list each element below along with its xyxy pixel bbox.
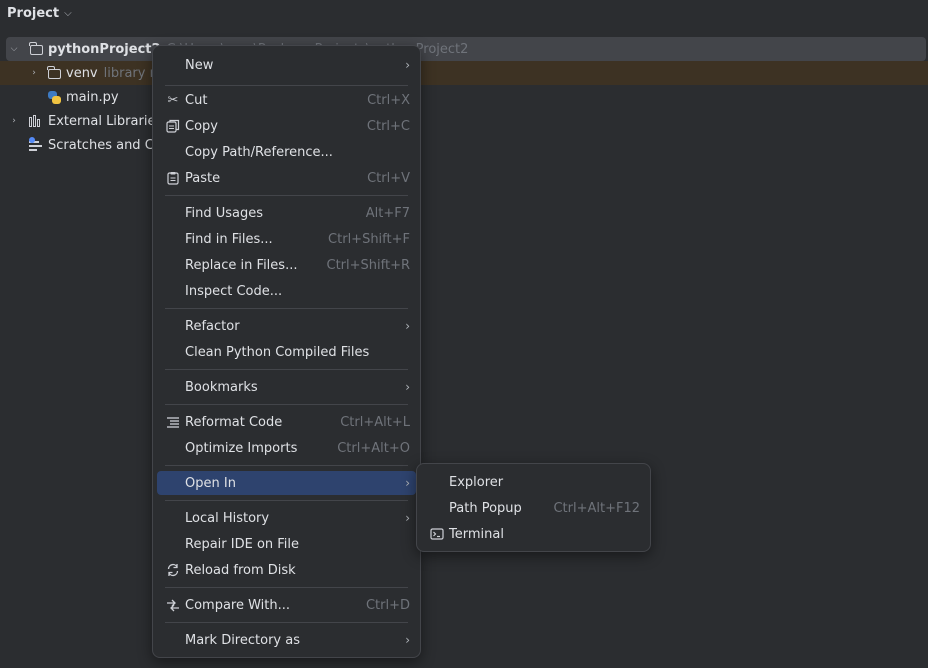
reformat-icon — [165, 414, 181, 430]
terminal-icon — [429, 526, 445, 542]
menu-separator — [165, 404, 408, 405]
menu-item-refactor[interactable]: Refactor › — [157, 314, 416, 338]
menu-item-repair-ide[interactable]: Repair IDE on File — [157, 532, 416, 556]
menu-item-open-in[interactable]: Open In › — [157, 471, 416, 495]
menu-separator — [165, 308, 408, 309]
menu-item-copy[interactable]: Copy Ctrl+C — [157, 114, 416, 138]
menu-separator — [165, 465, 408, 466]
scratches-icon — [28, 137, 44, 153]
python-file-icon — [46, 89, 62, 105]
menu-item-mark-directory-as[interactable]: Mark Directory as › — [157, 628, 416, 652]
folder-icon — [28, 41, 44, 57]
tree-item-external-libraries[interactable]: › External Libraries — [0, 109, 928, 133]
library-icon — [28, 113, 44, 129]
menu-item-find-usages[interactable]: Find Usages Alt+F7 — [157, 201, 416, 225]
paste-icon — [165, 170, 181, 186]
reload-icon — [165, 562, 181, 578]
submenu-item-path-popup[interactable]: Path Popup Ctrl+Alt+F12 — [421, 496, 646, 520]
menu-item-copy-path[interactable]: Copy Path/Reference... — [157, 140, 416, 164]
tree-item-venv[interactable]: › venv library root — [0, 61, 928, 85]
menu-separator — [165, 500, 408, 501]
tree-item-label: main.py — [66, 89, 119, 105]
tree-item-label: pythonProject2 — [48, 41, 161, 57]
chevron-right-icon: › — [405, 511, 410, 525]
tree-item-label: External Libraries — [48, 113, 163, 129]
menu-separator — [165, 195, 408, 196]
tree-item-label: venv — [66, 65, 98, 81]
chevron-right-icon: › — [405, 476, 410, 490]
menu-separator — [165, 369, 408, 370]
tree-item-scratches[interactable]: Scratches and Consoles — [0, 133, 928, 157]
collapsed-arrow-icon[interactable]: › — [28, 68, 40, 78]
chevron-down-icon[interactable]: ⌵ — [64, 8, 72, 19]
scissors-icon: ✂ — [167, 92, 179, 108]
folder-icon — [46, 65, 62, 81]
menu-item-bookmarks[interactable]: Bookmarks › — [157, 375, 416, 399]
collapsed-arrow-icon[interactable]: › — [8, 116, 20, 126]
menu-separator — [165, 622, 408, 623]
tree-item-project-root[interactable]: ⌵ pythonProject2 C:\Users\user\PycharmPr… — [6, 37, 926, 61]
menu-item-optimize-imports[interactable]: Optimize Imports Ctrl+Alt+O — [157, 436, 416, 460]
chevron-right-icon: › — [405, 58, 410, 72]
menu-item-new[interactable]: New › — [157, 53, 416, 77]
copy-icon — [165, 118, 181, 134]
chevron-right-icon: › — [405, 633, 410, 647]
context-menu: New › ✂ Cut Ctrl+X Copy Ctrl+C Copy Path… — [152, 45, 421, 658]
menu-item-reload-from-disk[interactable]: Reload from Disk — [157, 558, 416, 582]
tree-item-main-py[interactable]: main.py — [0, 85, 928, 109]
menu-item-local-history[interactable]: Local History › — [157, 506, 416, 530]
compare-icon — [165, 597, 181, 613]
menu-item-compare-with[interactable]: Compare With... Ctrl+D — [157, 593, 416, 617]
expand-arrow-icon[interactable]: ⌵ — [8, 44, 20, 54]
menu-separator — [165, 85, 408, 86]
menu-item-paste[interactable]: Paste Ctrl+V — [157, 166, 416, 190]
submenu-item-terminal[interactable]: Terminal — [421, 522, 646, 546]
submenu-item-explorer[interactable]: Explorer — [421, 470, 646, 494]
open-in-submenu: Explorer Path Popup Ctrl+Alt+F12 Termina… — [416, 463, 651, 552]
menu-item-cut[interactable]: ✂ Cut Ctrl+X — [157, 88, 416, 112]
menu-item-inspect-code[interactable]: Inspect Code... — [157, 279, 416, 303]
menu-separator — [165, 587, 408, 588]
chevron-right-icon: › — [405, 319, 410, 333]
menu-item-reformat-code[interactable]: Reformat Code Ctrl+Alt+L — [157, 410, 416, 434]
project-panel-header[interactable]: Project ⌵ — [0, 0, 928, 26]
panel-title: Project — [7, 5, 60, 21]
menu-item-replace-in-files[interactable]: Replace in Files... Ctrl+Shift+R — [157, 253, 416, 277]
chevron-right-icon: › — [405, 380, 410, 394]
menu-item-clean-python-compiled[interactable]: Clean Python Compiled Files — [157, 340, 416, 364]
menu-item-find-in-files[interactable]: Find in Files... Ctrl+Shift+F — [157, 227, 416, 251]
